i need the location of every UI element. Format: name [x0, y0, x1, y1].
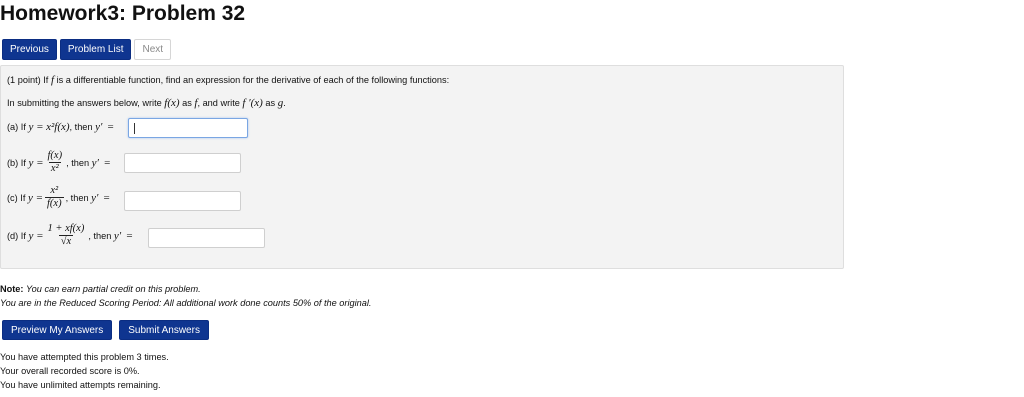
- part-a-eq: =: [107, 121, 114, 133]
- part-c-lhs: y =: [27, 191, 43, 204]
- submit-answers-button[interactable]: Submit Answers: [119, 320, 209, 340]
- note-label: Note:: [0, 284, 24, 294]
- part-b-then: , then: [66, 157, 90, 168]
- part-d-then: , then: [88, 230, 112, 241]
- answer-input-a[interactable]: [128, 118, 248, 138]
- reduced-scoring-note: You are in the Reduced Scoring Period: A…: [0, 298, 371, 308]
- partial-credit-note: Note: You can earn partial credit on thi…: [0, 284, 201, 294]
- part-d-eq: =: [126, 229, 133, 242]
- instr-as2: as: [265, 98, 276, 108]
- answer-input-c[interactable]: [124, 191, 241, 211]
- problem-nav: Previous Problem List Next: [2, 39, 172, 60]
- fraction-c-numerator: x²: [50, 185, 59, 196]
- score-status: Your overall recorded score is 0%.: [0, 366, 140, 376]
- part-a: (a) If y = x²f(x), then y′ =: [7, 121, 114, 133]
- intro-prefix: (1 point) If: [7, 75, 49, 85]
- previous-button[interactable]: Previous: [2, 39, 57, 60]
- intro-f: f: [50, 74, 54, 86]
- part-d-yprime: y′: [113, 229, 122, 242]
- fraction-d-denominator: √x: [58, 235, 74, 247]
- preview-answers-button[interactable]: Preview My Answers: [2, 320, 113, 340]
- part-a-expr: x²f(x): [46, 121, 70, 133]
- instr-end: .: [283, 98, 286, 108]
- fraction-d-numerator: 1 + xf(x): [47, 223, 85, 234]
- fraction-b: f(x) x²: [46, 150, 65, 175]
- intro-suffix: is a differentiable function, find an ex…: [56, 75, 450, 85]
- remaining-status: You have unlimited attempts remaining.: [0, 380, 161, 390]
- fraction-d: 1 + xf(x) √x: [46, 223, 87, 248]
- part-b-lhs: y =: [28, 156, 44, 169]
- part-c-yprime: y′: [91, 191, 99, 204]
- instr-as1: as: [182, 98, 192, 108]
- part-d-label: (d) If: [7, 230, 26, 241]
- part-a-lhs: y =: [28, 121, 44, 133]
- answer-actions: Preview My Answers Submit Answers: [2, 320, 209, 340]
- note-text: You can earn partial credit on this prob…: [26, 284, 201, 294]
- instr-mid: , and write: [197, 98, 240, 108]
- part-d-lhs: y =: [28, 229, 44, 242]
- problem-instructions: In submitting the answers below, write f…: [7, 97, 286, 109]
- part-d: (d) If y = 1 + xf(x) √x , then y′ =: [7, 223, 133, 248]
- fraction-c: x² f(x): [45, 185, 64, 210]
- attempts-status: You have attempted this problem 3 times.: [0, 352, 169, 362]
- fraction-b-numerator: f(x): [47, 150, 63, 161]
- instr-prefix: In submitting the answers below, write: [7, 98, 162, 108]
- instr-fpx: f ′(x): [242, 97, 263, 109]
- part-c-then: , then: [65, 192, 89, 203]
- part-a-yprime: y′: [95, 121, 103, 133]
- text-caret: [134, 123, 135, 134]
- part-b-eq: =: [104, 156, 111, 169]
- part-a-label: (a) If: [7, 122, 26, 132]
- fraction-b-denominator: x²: [48, 162, 61, 174]
- problem-box: (1 point) If f is a differentiable funct…: [0, 65, 844, 269]
- part-c-eq: =: [103, 191, 110, 204]
- part-c: (c) If y = x² f(x) , then y′ =: [7, 185, 110, 210]
- page-title: Homework3: Problem 32: [0, 2, 246, 25]
- answer-input-d[interactable]: [148, 228, 265, 248]
- problem-list-button[interactable]: Problem List: [59, 39, 132, 60]
- part-a-then: , then: [69, 122, 93, 132]
- fraction-c-denominator: f(x): [45, 197, 64, 209]
- answer-input-b[interactable]: [124, 153, 241, 173]
- part-b-yprime: y′: [91, 156, 99, 169]
- problem-intro: (1 point) If f is a differentiable funct…: [7, 74, 449, 86]
- part-c-label: (c) If: [7, 192, 26, 203]
- part-b-label: (b) If: [7, 157, 26, 168]
- reduced-scoring-text: You are in the Reduced Scoring Period: A…: [0, 298, 372, 308]
- instr-fx: f(x): [164, 97, 180, 109]
- part-b: (b) If y = f(x) x² , then y′ =: [7, 150, 110, 175]
- next-button[interactable]: Next: [134, 39, 172, 60]
